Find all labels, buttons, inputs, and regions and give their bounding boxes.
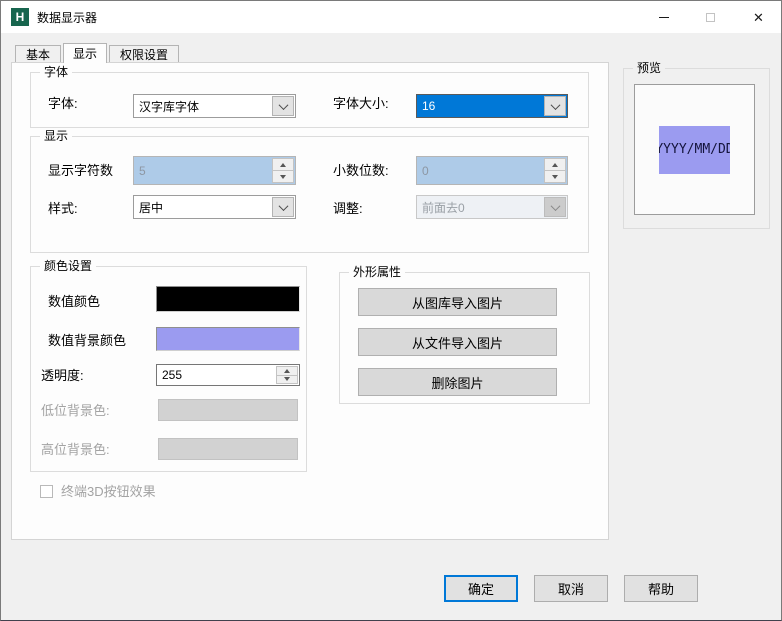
preview-group: 预览 YYYY/MM/DD (623, 68, 770, 229)
char-count-value: 5 (139, 164, 146, 178)
help-button[interactable]: 帮助 (624, 575, 698, 602)
font-combobox-value: 汉字库字体 (139, 98, 199, 115)
preview-text: YYYY/MM/DD (659, 142, 730, 157)
font-label: 字体: (48, 96, 78, 112)
tab-page-display: 字体 字体: 汉字库字体 字体大小: 16 显示 显示字符数 5 (11, 62, 609, 540)
high-bg-color-swatch (158, 438, 298, 460)
style-combobox[interactable]: 居中 (133, 195, 296, 219)
display-group: 显示 显示字符数 5 小数位数: 0 样式: 居中 (30, 136, 589, 253)
decimal-places-value: 0 (422, 164, 429, 178)
chevron-down-icon[interactable] (272, 197, 294, 217)
terminal-3d-checkbox-label: 终端3D按钮效果 (61, 484, 156, 500)
shape-properties-group-title: 外形属性 (349, 265, 405, 279)
maximize-button (687, 1, 734, 33)
value-color-swatch[interactable] (156, 286, 300, 312)
preview-group-title: 预览 (633, 61, 665, 75)
minimize-button[interactable] (641, 1, 687, 33)
decimal-places-spinner[interactable]: 0 (416, 156, 568, 185)
delete-image-button[interactable]: 删除图片 (358, 368, 557, 396)
chevron-down-icon[interactable] (544, 96, 566, 116)
import-from-gallery-button[interactable]: 从图库导入图片 (358, 288, 557, 316)
shape-properties-group: 外形属性 从图库导入图片 从文件导入图片 删除图片 (339, 272, 590, 404)
title-bar: H 数据显示器 ✕ (1, 1, 781, 33)
display-group-title: 显示 (40, 129, 72, 143)
adjust-label: 调整: (333, 201, 363, 217)
spin-up-icon[interactable] (272, 158, 294, 171)
char-count-label: 显示字符数 (48, 163, 113, 179)
spin-up-icon[interactable] (544, 158, 566, 171)
close-icon: ✕ (753, 11, 764, 24)
import-from-file-button[interactable]: 从文件导入图片 (358, 328, 557, 356)
checkbox-icon (40, 485, 53, 498)
tab-display[interactable]: 显示 (63, 43, 107, 63)
minimize-icon (659, 17, 669, 18)
decimal-places-label: 小数位数: (333, 163, 389, 179)
cancel-button[interactable]: 取消 (534, 575, 608, 602)
ok-button[interactable]: 确定 (444, 575, 518, 602)
preview-canvas: YYYY/MM/DD (634, 84, 755, 215)
style-label: 样式: (48, 201, 78, 217)
preview-chip: YYYY/MM/DD (659, 126, 730, 174)
font-group: 字体 字体: 汉字库字体 字体大小: 16 (30, 72, 589, 128)
font-size-combobox-value: 16 (422, 99, 435, 113)
data-display-dialog: H 数据显示器 ✕ 基本 显示 权限设置 字体 字体: 汉字库字体 字体大小: … (0, 0, 782, 621)
adjust-combobox: 前面去0 (416, 195, 568, 219)
app-icon: H (11, 8, 29, 26)
value-bg-color-swatch[interactable] (156, 327, 300, 351)
low-bg-color-label: 低位背景色: (41, 403, 110, 419)
opacity-label: 透明度: (41, 368, 84, 384)
opacity-spinner[interactable]: 255 (156, 364, 300, 386)
spin-down-icon[interactable] (272, 171, 294, 183)
font-size-combobox[interactable]: 16 (416, 94, 568, 118)
chevron-down-icon[interactable] (272, 96, 294, 116)
maximize-icon (706, 13, 715, 22)
value-color-label: 数值颜色 (48, 294, 100, 310)
font-size-label: 字体大小: (333, 96, 389, 112)
tab-permissions[interactable]: 权限设置 (109, 45, 179, 62)
font-combobox[interactable]: 汉字库字体 (133, 94, 296, 118)
style-combobox-value: 居中 (139, 199, 163, 216)
chevron-down-icon (544, 197, 566, 217)
spin-down-icon[interactable] (276, 376, 298, 385)
window-title: 数据显示器 (37, 1, 97, 33)
char-count-spinner[interactable]: 5 (133, 156, 296, 185)
tab-basic[interactable]: 基本 (15, 45, 61, 62)
font-group-title: 字体 (40, 65, 72, 79)
close-button[interactable]: ✕ (734, 1, 782, 33)
opacity-value: 255 (162, 368, 182, 382)
low-bg-color-swatch (158, 399, 298, 421)
spin-up-icon[interactable] (276, 366, 298, 376)
high-bg-color-label: 高位背景色: (41, 442, 110, 458)
color-settings-group-title: 颜色设置 (40, 259, 96, 273)
color-settings-group: 颜色设置 数值颜色 数值背景颜色 透明度: 255 低位背景色: 高位背景色: (30, 266, 307, 472)
adjust-combobox-value: 前面去0 (422, 199, 465, 216)
value-bg-color-label: 数值背景颜色 (48, 333, 126, 349)
spin-down-icon[interactable] (544, 171, 566, 183)
